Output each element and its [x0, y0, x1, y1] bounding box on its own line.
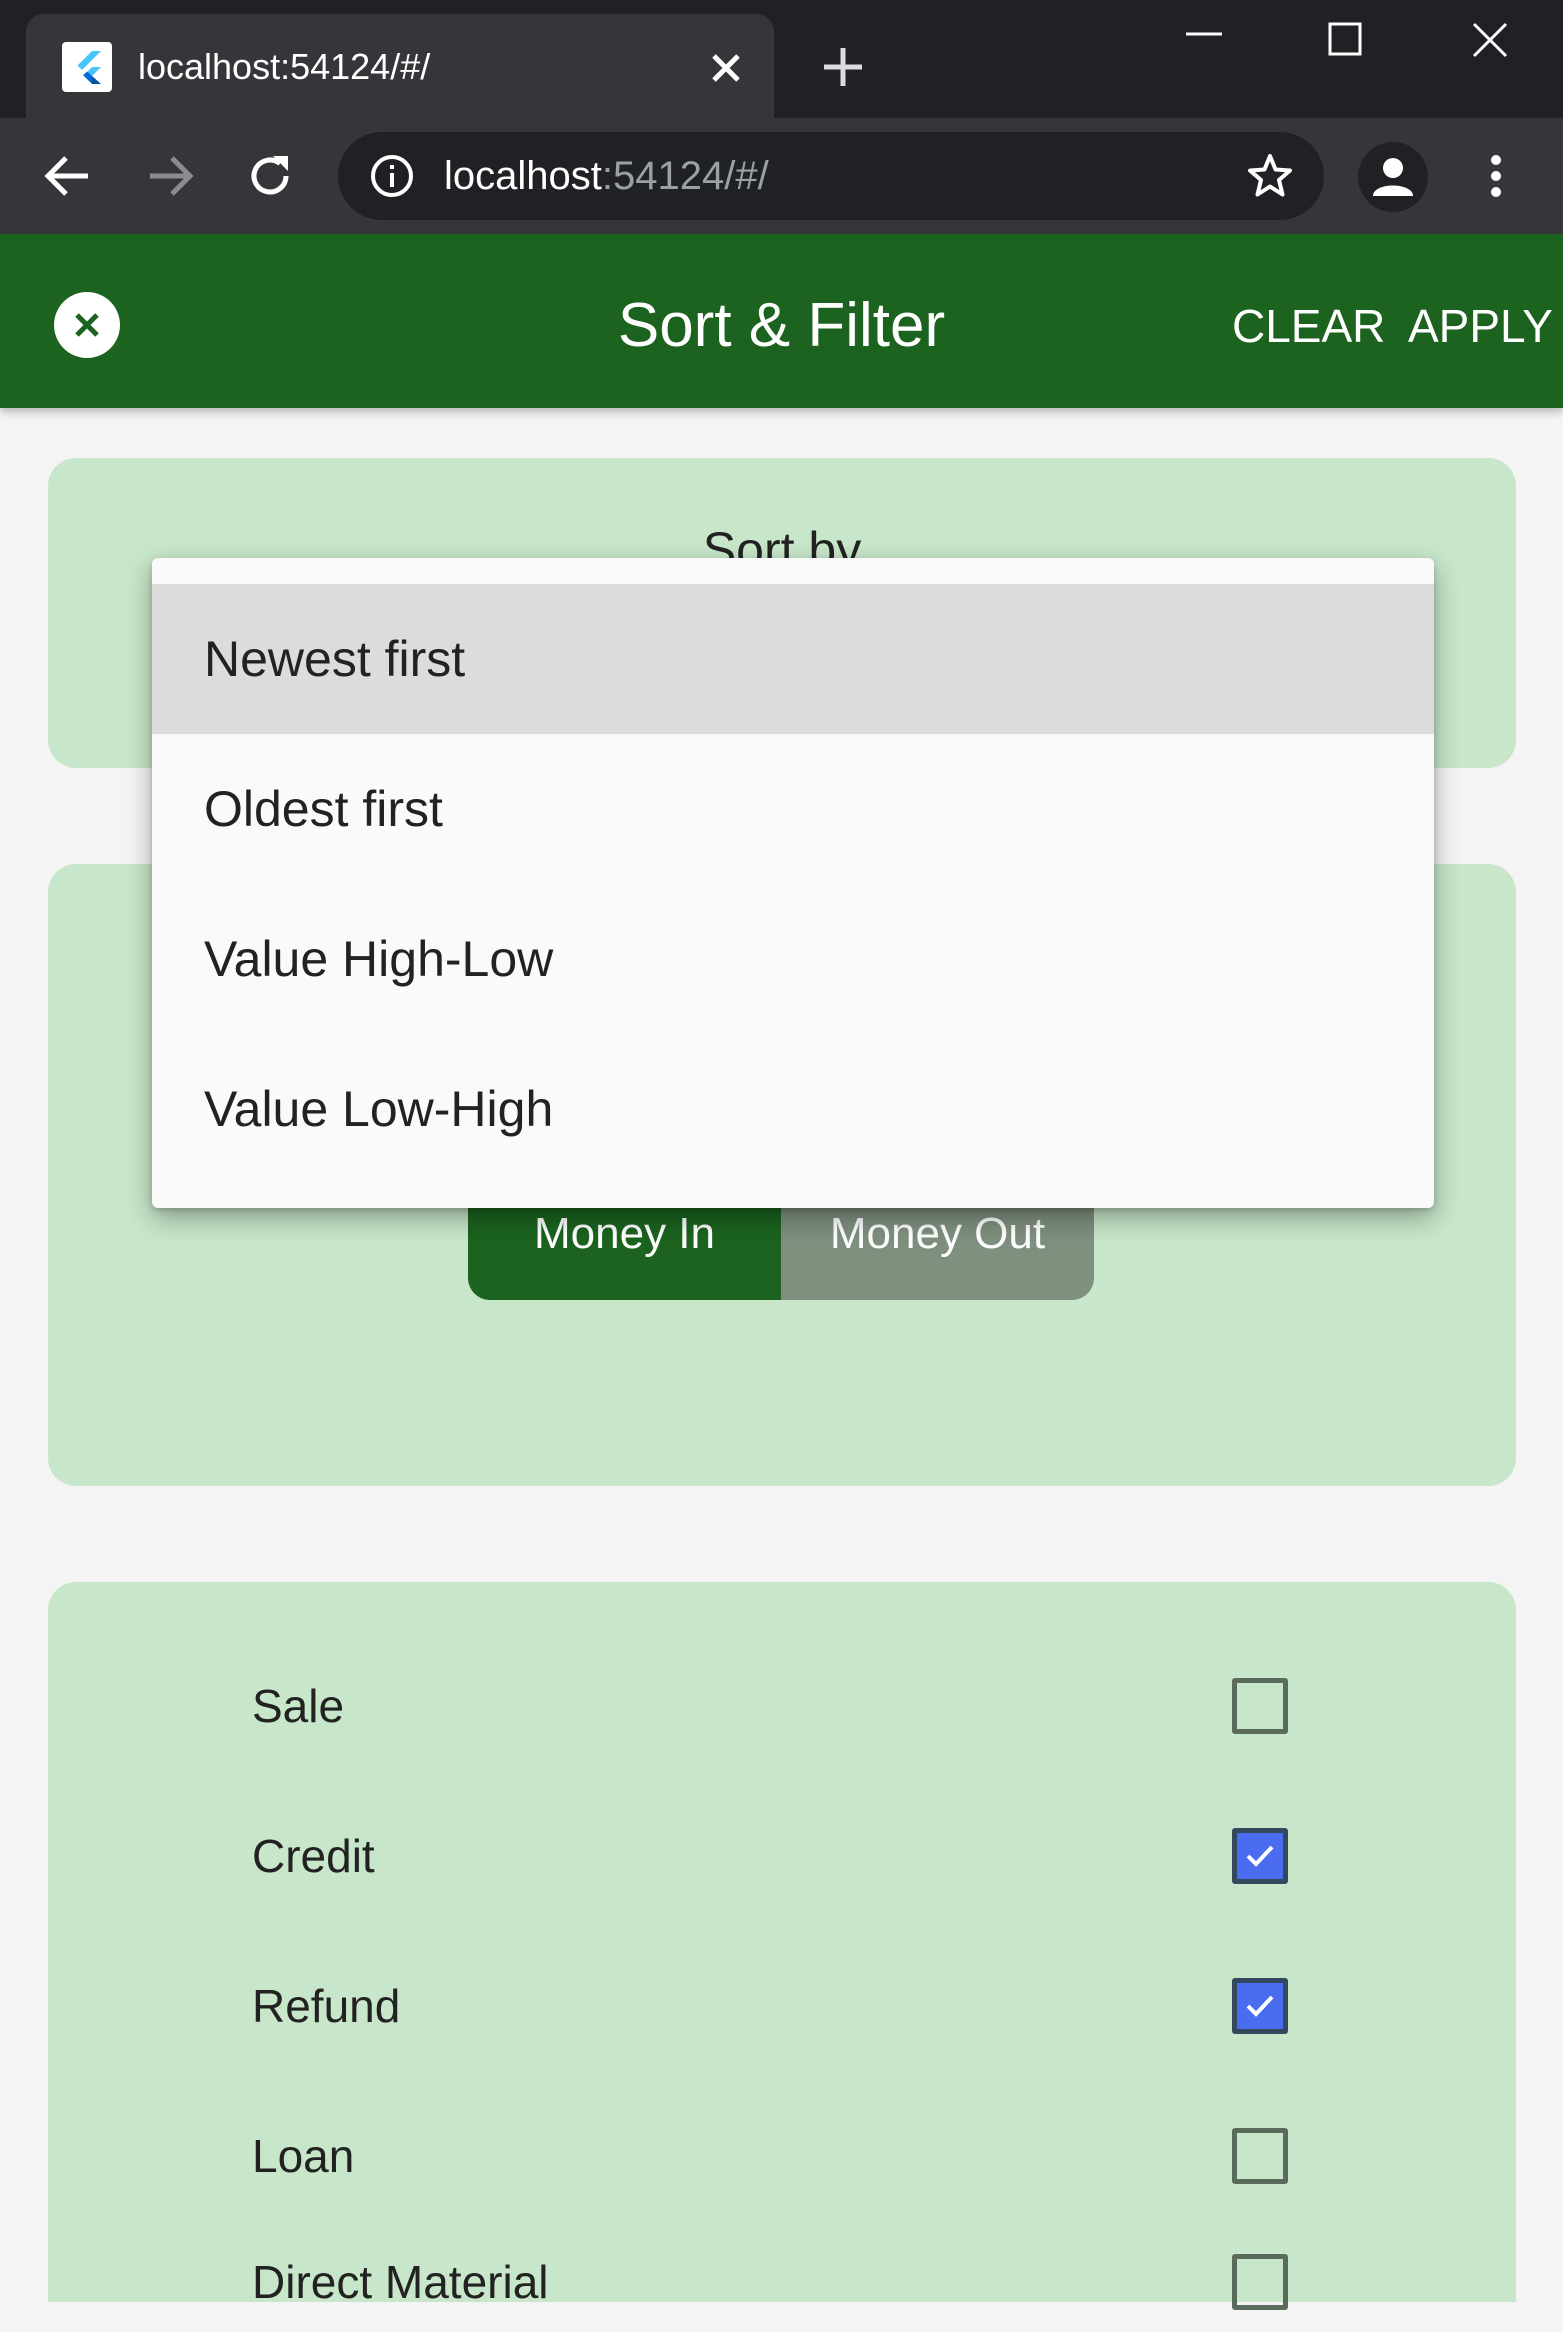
- reload-icon[interactable]: [240, 146, 300, 206]
- url-host: localhost: [444, 154, 602, 198]
- forward-arrow-icon[interactable]: [140, 146, 200, 206]
- browser-tabstrip: localhost:54124/#/: [0, 0, 1563, 118]
- browser-toolbar: localhost:54124/#/: [0, 118, 1563, 234]
- url-path: :54124/#/: [601, 154, 769, 198]
- category-row[interactable]: Sale: [48, 1656, 1516, 1756]
- categories-card: Sale Credit Refund Loan Direct Material: [48, 1582, 1516, 2310]
- info-icon[interactable]: [368, 152, 416, 200]
- address-bar[interactable]: localhost:54124/#/: [338, 132, 1324, 220]
- category-checkbox[interactable]: [1232, 1978, 1288, 2034]
- category-checkbox[interactable]: [1232, 2128, 1288, 2184]
- new-tab-icon[interactable]: [818, 42, 868, 92]
- category-label: Loan: [252, 2130, 355, 2182]
- category-label: Refund: [252, 1980, 401, 2032]
- apply-button[interactable]: APPLY: [1408, 296, 1553, 356]
- bookmark-star-icon[interactable]: [1244, 150, 1296, 202]
- back-arrow-icon[interactable]: [38, 146, 98, 206]
- category-row[interactable]: Credit: [48, 1806, 1516, 1906]
- sort-option[interactable]: Newest first: [152, 584, 1434, 734]
- tab-close-icon[interactable]: [706, 48, 746, 88]
- tab-title: localhost:54124/#/: [138, 46, 431, 87]
- window-close-icon[interactable]: [1460, 10, 1520, 70]
- flutter-favicon-icon: [62, 42, 112, 92]
- sort-option[interactable]: Value High-Low: [152, 884, 1434, 1034]
- browser-tab[interactable]: localhost:54124/#/: [26, 14, 774, 118]
- category-checkbox[interactable]: [1232, 2254, 1288, 2310]
- app-bar: Sort & Filter CLEAR APPLY: [0, 234, 1563, 408]
- maximize-icon[interactable]: [1316, 10, 1376, 70]
- category-checkbox[interactable]: [1232, 1828, 1288, 1884]
- category-label: Sale: [252, 1680, 345, 1732]
- sort-dropdown-menu: Newest first Oldest first Value High-Low…: [152, 558, 1434, 1208]
- sort-option[interactable]: Value Low-High: [152, 1034, 1434, 1184]
- category-label: Direct Material: [252, 2256, 549, 2308]
- profile-avatar-icon[interactable]: [1358, 142, 1428, 212]
- url-text: localhost:54124/#/: [444, 152, 769, 200]
- category-label: Credit: [252, 1830, 375, 1882]
- category-checkbox[interactable]: [1232, 1678, 1288, 1734]
- category-row[interactable]: Refund: [48, 1956, 1516, 2056]
- category-row[interactable]: Loan: [48, 2106, 1516, 2206]
- clear-button[interactable]: CLEAR: [1232, 296, 1385, 356]
- minimize-icon[interactable]: [1174, 10, 1234, 70]
- category-row[interactable]: Direct Material: [48, 2232, 1516, 2332]
- sort-option[interactable]: Oldest first: [152, 734, 1434, 884]
- more-menu-icon[interactable]: [1474, 146, 1518, 206]
